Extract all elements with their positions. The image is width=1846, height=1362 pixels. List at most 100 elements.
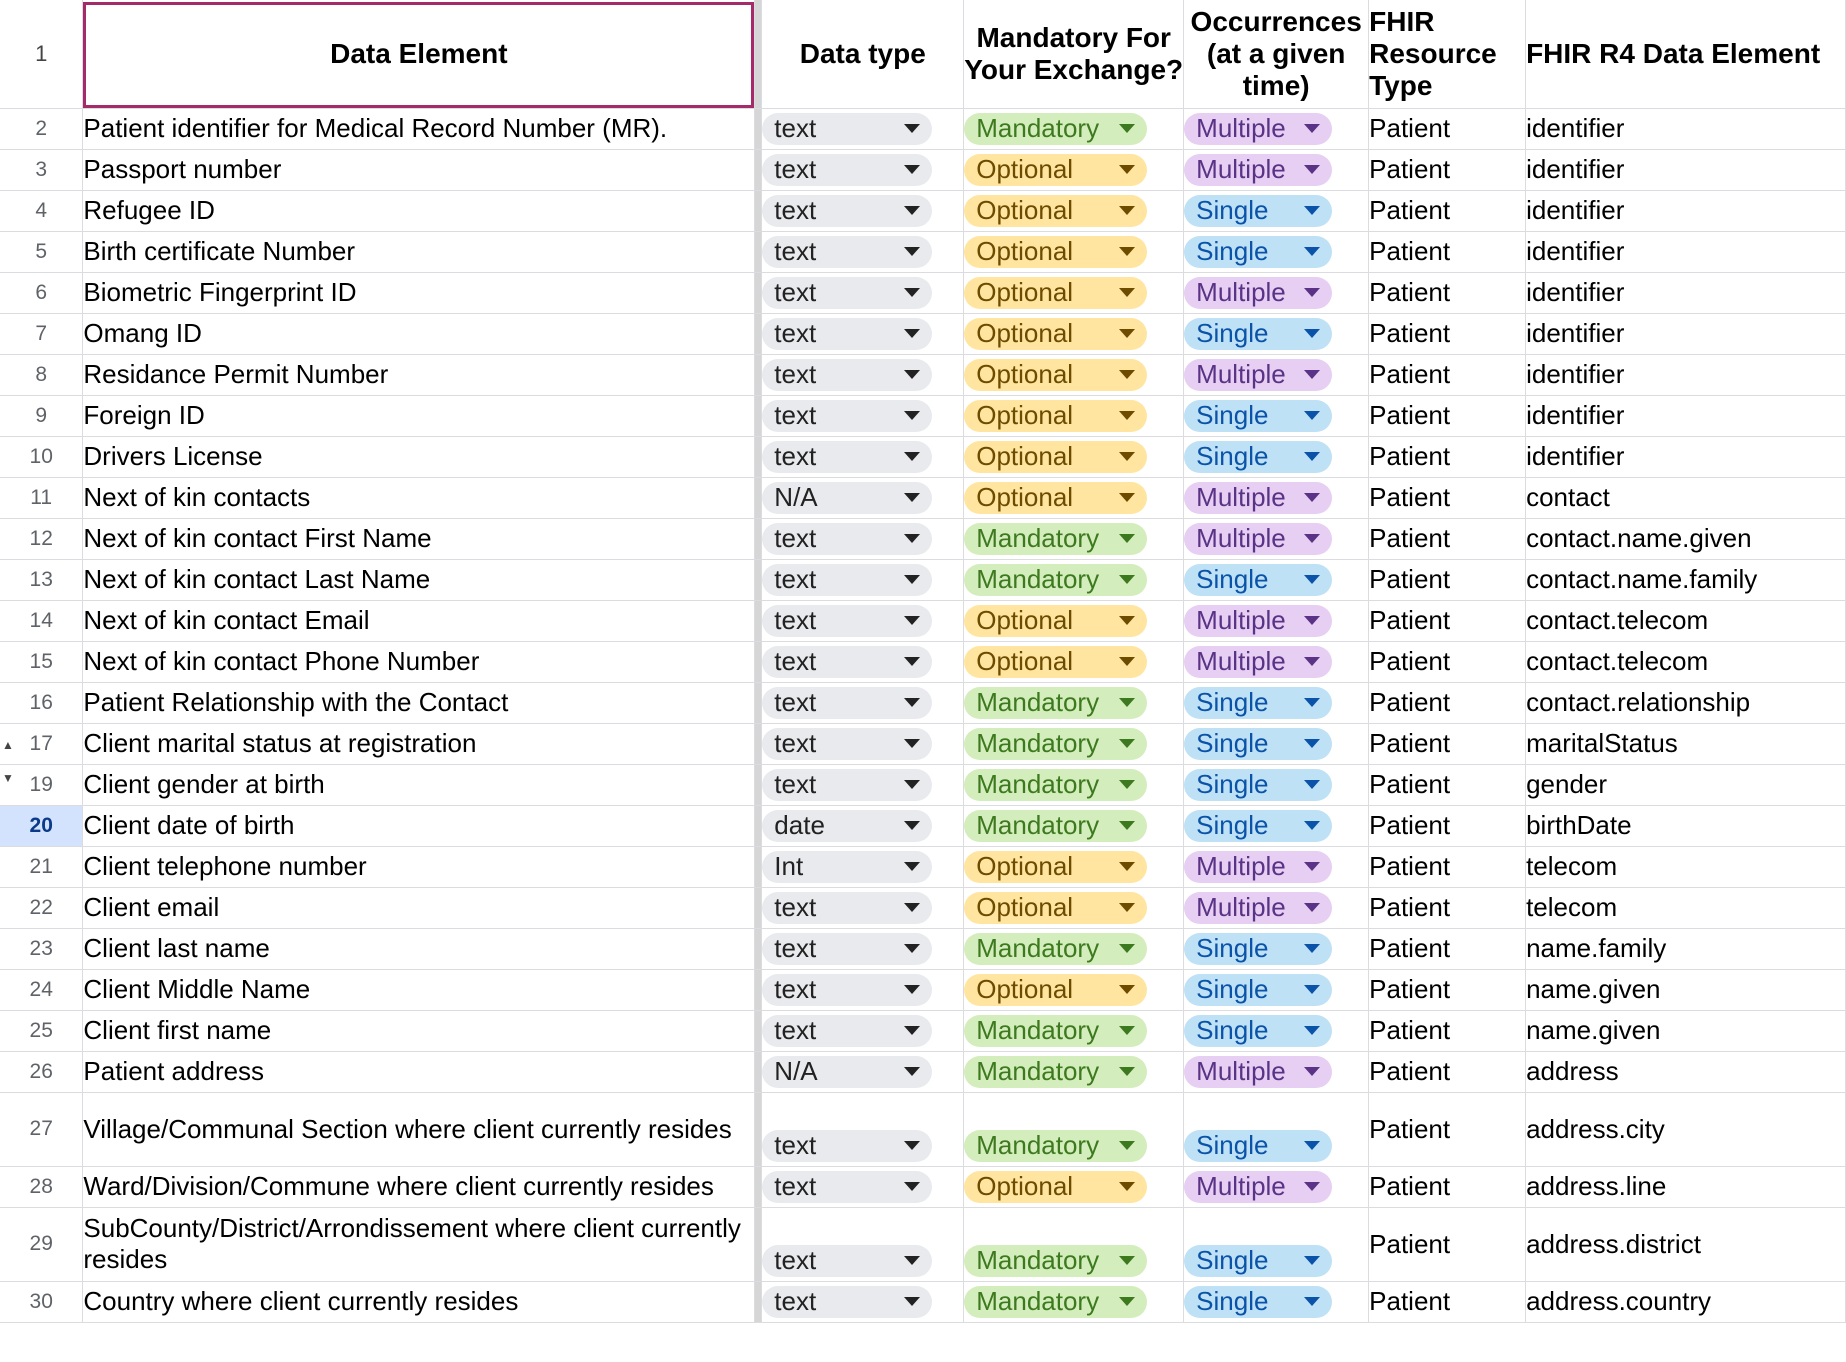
resource-type-cell[interactable]: Patient	[1368, 395, 1527, 437]
dropdown-arrow-icon[interactable]	[1304, 1297, 1321, 1306]
row-number[interactable]: 9	[0, 395, 84, 437]
row-number[interactable]: 5	[0, 231, 84, 273]
resource-type-cell[interactable]: Patient	[1368, 805, 1527, 847]
data-element-cell[interactable]: Next of kin contact First Name	[82, 518, 756, 560]
occurrences-cell[interactable]: Multiple	[1183, 1166, 1370, 1208]
dropdown-arrow-icon[interactable]	[904, 985, 921, 994]
r4-element-cell[interactable]: maritalStatus	[1525, 723, 1846, 765]
data-type-dropdown[interactable]: text	[762, 440, 933, 473]
occurrences-cell[interactable]: Single	[1183, 559, 1370, 601]
mandatory-cell[interactable]: Optional	[963, 313, 1185, 355]
dropdown-arrow-icon[interactable]	[904, 124, 921, 133]
dropdown-arrow-icon[interactable]	[1304, 739, 1321, 748]
r4-element-cell[interactable]: name.given	[1525, 969, 1846, 1011]
mandatory-cell[interactable]: Mandatory	[963, 764, 1185, 806]
data-element-cell[interactable]: Patient address	[82, 1051, 756, 1093]
data-type-dropdown[interactable]: text	[762, 399, 933, 432]
occurrences-cell[interactable]: Single	[1183, 682, 1370, 724]
mandatory-dropdown[interactable]: Optional	[964, 850, 1148, 883]
r4-element-cell[interactable]: contact.name.given	[1525, 518, 1846, 560]
data-type-cell[interactable]: text	[761, 1207, 965, 1282]
resource-type-cell[interactable]: Patient	[1368, 641, 1527, 683]
dropdown-arrow-icon[interactable]	[904, 165, 921, 174]
occurrences-cell[interactable]: Multiple	[1183, 477, 1370, 519]
data-element-cell[interactable]: SubCounty/District/Arrondissement where …	[82, 1207, 756, 1282]
data-element-cell[interactable]: Birth certificate Number	[82, 231, 756, 273]
resource-type-cell[interactable]: Patient	[1368, 682, 1527, 724]
data-element-cell[interactable]: Passport number	[82, 149, 756, 191]
data-type-dropdown[interactable]: text	[762, 891, 933, 924]
mandatory-cell[interactable]: Optional	[963, 231, 1185, 273]
dropdown-arrow-icon[interactable]	[1119, 1067, 1136, 1076]
dropdown-arrow-icon[interactable]	[1304, 1141, 1321, 1150]
row-number[interactable]: 4	[0, 190, 84, 232]
data-type-dropdown[interactable]: text	[762, 1014, 933, 1047]
row-number[interactable]: 28	[0, 1166, 84, 1208]
dropdown-arrow-icon[interactable]	[1304, 657, 1321, 666]
mandatory-dropdown[interactable]: Optional	[964, 358, 1148, 391]
header-resource-type[interactable]: FHIR Resource Type	[1368, 0, 1527, 109]
occurrences-cell[interactable]: Multiple	[1183, 887, 1370, 929]
occurrences-cell[interactable]: Multiple	[1183, 846, 1370, 888]
dropdown-arrow-icon[interactable]	[1304, 165, 1321, 174]
dropdown-arrow-icon[interactable]	[1304, 1182, 1321, 1191]
row-number[interactable]: 3	[0, 149, 84, 191]
dropdown-arrow-icon[interactable]	[1304, 903, 1321, 912]
mandatory-cell[interactable]: Optional	[963, 887, 1185, 929]
dropdown-arrow-icon[interactable]	[1304, 1256, 1321, 1265]
data-type-cell[interactable]: N/A	[761, 477, 965, 519]
data-element-cell[interactable]: Biometric Fingerprint ID	[82, 272, 756, 314]
data-type-dropdown[interactable]: text	[762, 563, 933, 596]
dropdown-arrow-icon[interactable]	[1119, 493, 1136, 502]
mandatory-cell[interactable]: Mandatory	[963, 1207, 1185, 1282]
group-expand-up-icon[interactable]: ▲	[2, 738, 14, 752]
dropdown-arrow-icon[interactable]	[1119, 329, 1136, 338]
group-expand-down-icon[interactable]: ▼	[2, 771, 14, 785]
mandatory-dropdown[interactable]: Mandatory	[964, 1285, 1148, 1318]
occurrences-cell[interactable]: Multiple	[1183, 600, 1370, 642]
mandatory-cell[interactable]: Optional	[963, 395, 1185, 437]
occurrences-dropdown[interactable]: Single	[1184, 686, 1333, 719]
dropdown-arrow-icon[interactable]	[1304, 985, 1321, 994]
data-type-cell[interactable]: text	[761, 354, 965, 396]
data-type-dropdown[interactable]: text	[762, 522, 933, 555]
data-type-dropdown[interactable]: text	[762, 1170, 933, 1203]
dropdown-arrow-icon[interactable]	[1119, 534, 1136, 543]
data-element-cell[interactable]: Drivers License	[82, 436, 756, 478]
occurrences-dropdown[interactable]: Multiple	[1184, 153, 1333, 186]
dropdown-arrow-icon[interactable]	[1304, 247, 1321, 256]
r4-element-cell[interactable]: address.district	[1525, 1207, 1846, 1282]
dropdown-arrow-icon[interactable]	[1119, 821, 1136, 830]
occurrences-cell[interactable]: Single	[1183, 436, 1370, 478]
row-number[interactable]: 11	[0, 477, 84, 519]
occurrences-cell[interactable]: Multiple	[1183, 354, 1370, 396]
mandatory-cell[interactable]: Mandatory	[963, 1281, 1185, 1323]
data-element-cell[interactable]: Patient Relationship with the Contact	[82, 682, 756, 724]
occurrences-dropdown[interactable]: Single	[1184, 563, 1333, 596]
mandatory-dropdown[interactable]: Optional	[964, 645, 1148, 678]
dropdown-arrow-icon[interactable]	[1119, 862, 1136, 871]
dropdown-arrow-icon[interactable]	[904, 411, 921, 420]
occurrences-cell[interactable]: Single	[1183, 1207, 1370, 1282]
row-number[interactable]: ▲ 17	[0, 723, 84, 765]
r4-element-cell[interactable]: address.city	[1525, 1092, 1846, 1167]
freeze-divider[interactable]	[754, 0, 763, 109]
data-element-cell[interactable]: Refugee ID	[82, 190, 756, 232]
mandatory-cell[interactable]: Optional	[963, 641, 1185, 683]
occurrences-cell[interactable]: Single	[1183, 395, 1370, 437]
dropdown-arrow-icon[interactable]	[1304, 944, 1321, 953]
r4-element-cell[interactable]: contact.telecom	[1525, 641, 1846, 683]
dropdown-arrow-icon[interactable]	[904, 247, 921, 256]
dropdown-arrow-icon[interactable]	[1304, 370, 1321, 379]
header-occurrences[interactable]: Occurrences (at a given time)	[1183, 0, 1370, 109]
r4-element-cell[interactable]: identifier	[1525, 149, 1846, 191]
mandatory-cell[interactable]: Optional	[963, 190, 1185, 232]
dropdown-arrow-icon[interactable]	[1119, 1026, 1136, 1035]
occurrences-dropdown[interactable]: Single	[1184, 973, 1333, 1006]
mandatory-cell[interactable]: Mandatory	[963, 1051, 1185, 1093]
dropdown-arrow-icon[interactable]	[1304, 1067, 1321, 1076]
data-type-cell[interactable]: text	[761, 969, 965, 1011]
mandatory-dropdown[interactable]: Optional	[964, 604, 1148, 637]
dropdown-arrow-icon[interactable]	[1304, 821, 1321, 830]
mandatory-dropdown[interactable]: Mandatory	[964, 768, 1148, 801]
